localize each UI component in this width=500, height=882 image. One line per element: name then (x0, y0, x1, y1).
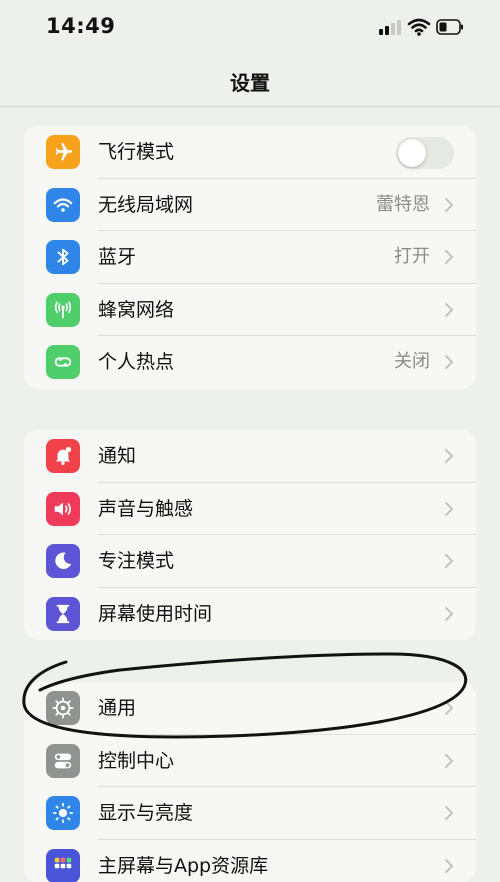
settings-row-general[interactable]: 通用 (24, 682, 476, 735)
settings-row-wlan[interactable]: 无线局域网 蕾特恩 (24, 179, 476, 232)
settings-row-label: 个人热点 (98, 336, 174, 389)
chevron-right-icon (444, 354, 454, 370)
hotspot-icon (46, 345, 80, 379)
status-time: 14:49 (46, 14, 115, 38)
bell-icon (46, 439, 80, 473)
settings-row-airplane-mode[interactable]: 飞行模式 (24, 126, 476, 179)
settings-row-screen-time[interactable]: 屏幕使用时间 (24, 588, 476, 641)
speaker-icon (46, 492, 80, 526)
cellular-signal-icon (378, 20, 404, 36)
sun-icon (46, 796, 80, 830)
airplane-icon (46, 135, 80, 169)
settings-row-label: 显示与亮度 (98, 787, 193, 840)
chevron-right-icon (444, 249, 454, 265)
settings-row-home-screen[interactable]: 主屏幕与App资源库 (24, 840, 476, 882)
page-title: 设置 (0, 67, 500, 96)
chevron-right-icon (444, 501, 454, 517)
toggle-knob (398, 139, 426, 167)
bluetooth-icon (46, 240, 80, 274)
settings-row-value: 蕾特恩 (376, 179, 430, 232)
chevron-right-icon (444, 553, 454, 569)
wifi-status-icon (407, 17, 431, 37)
chevron-right-icon (444, 858, 454, 874)
settings-row-label: 蜂窝网络 (98, 284, 174, 337)
settings-row-hotspot[interactable]: 个人热点 关闭 (24, 336, 476, 389)
settings-row-label: 屏幕使用时间 (98, 588, 212, 641)
chevron-right-icon (444, 448, 454, 464)
settings-row-notifications[interactable]: 通知 (24, 430, 476, 483)
grid-icon (46, 849, 80, 882)
settings-row-label: 主屏幕与App资源库 (98, 840, 268, 882)
antenna-icon (46, 293, 80, 327)
battery-icon (436, 19, 464, 35)
chevron-right-icon (444, 606, 454, 622)
settings-row-value: 关闭 (394, 336, 430, 389)
chevron-right-icon (444, 805, 454, 821)
settings-row-cellular[interactable]: 蜂窝网络 (24, 284, 476, 337)
settings-row-control-center[interactable]: 控制中心 (24, 735, 476, 788)
settings-row-value: 打开 (394, 231, 430, 284)
settings-group-general: 通用 控制中心 (24, 682, 476, 882)
settings-row-bluetooth[interactable]: 蓝牙 打开 (24, 231, 476, 284)
settings-row-display[interactable]: 显示与亮度 (24, 787, 476, 840)
settings-group-notifications: 通知 声音与触感 专注模式 屏幕使用时间 (24, 430, 476, 640)
settings-group-connectivity: 飞行模式 无线局域网 蕾特恩 蓝牙 打开 (24, 126, 476, 389)
chevron-right-icon (444, 700, 454, 716)
moon-icon (46, 544, 80, 578)
status-bar: 14:49 (0, 0, 500, 56)
settings-row-label: 控制中心 (98, 735, 174, 788)
chevron-right-icon (444, 753, 454, 769)
settings-row-sounds[interactable]: 声音与触感 (24, 483, 476, 536)
settings-row-label: 声音与触感 (98, 483, 193, 536)
settings-row-label: 蓝牙 (98, 231, 136, 284)
settings-row-focus[interactable]: 专注模式 (24, 535, 476, 588)
gear-icon (46, 691, 80, 725)
settings-row-label: 通用 (98, 682, 136, 735)
settings-row-label: 通知 (98, 430, 136, 483)
settings-row-label: 无线局域网 (98, 179, 193, 232)
airplane-mode-toggle[interactable] (396, 137, 454, 169)
hourglass-icon (46, 597, 80, 631)
wifi-icon (46, 188, 80, 222)
chevron-right-icon (444, 197, 454, 213)
settings-row-label: 专注模式 (98, 535, 174, 588)
switches-icon (46, 744, 80, 778)
settings-row-label: 飞行模式 (98, 126, 174, 179)
nav-divider (0, 106, 500, 107)
chevron-right-icon (444, 302, 454, 318)
